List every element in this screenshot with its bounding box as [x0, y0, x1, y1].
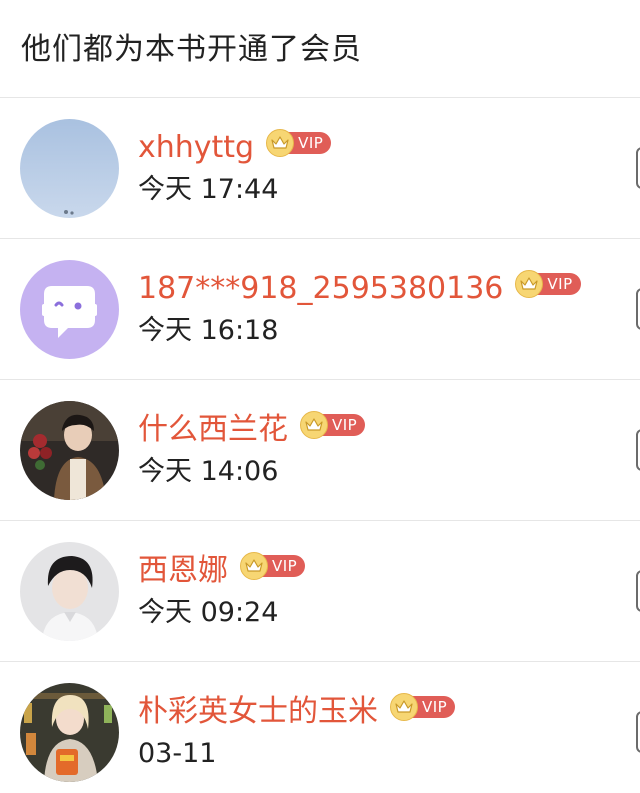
vip-badge: VIP — [390, 693, 456, 721]
person-with-snack-avatar — [20, 683, 119, 782]
name-line: 西恩娜 VIP — [138, 551, 306, 591]
list-item[interactable]: xhhyttg VIP 今天 17:44 — [0, 98, 640, 239]
username[interactable]: xhhyttg — [138, 130, 254, 166]
avatar[interactable] — [20, 683, 119, 782]
member-time: 今天 09:24 — [138, 597, 279, 628]
member-time: 今天 14:06 — [138, 456, 279, 487]
follow-button[interactable] — [636, 288, 640, 330]
list-item[interactable]: 西恩娜 VIP 今天 09:24 — [0, 521, 640, 662]
crown-icon — [390, 693, 418, 721]
username[interactable]: 187***918_2595380136 — [138, 271, 503, 307]
member-time: 今天 16:18 — [138, 315, 279, 346]
follow-button[interactable] — [636, 570, 640, 612]
follow-button[interactable] — [636, 429, 640, 471]
avatar[interactable] — [20, 401, 119, 500]
name-line: 朴彩英女士的玉米 VIP — [138, 692, 456, 732]
sky-photo-avatar — [20, 119, 119, 218]
vip-badge: VIP — [266, 129, 332, 157]
list-item[interactable]: 187***918_2595380136 VIP 今天 16:18 — [0, 239, 640, 380]
follow-button[interactable] — [636, 711, 640, 753]
username[interactable]: 什么西兰花 — [138, 412, 288, 448]
follow-button[interactable] — [636, 147, 640, 189]
list-item[interactable]: 朴彩英女士的玉米 VIP 03-11 — [0, 662, 640, 793]
avatar[interactable] — [20, 260, 119, 359]
chat-bubble-avatar-icon — [20, 260, 119, 359]
username[interactable]: 西恩娜 — [138, 553, 228, 589]
username[interactable]: 朴彩英女士的玉米 — [138, 694, 378, 730]
vip-badge: VIP — [300, 411, 366, 439]
portrait-avatar — [20, 542, 119, 641]
crown-icon — [266, 129, 295, 157]
avatar[interactable] — [20, 119, 119, 218]
member-time: 03-11 — [138, 738, 217, 769]
member-list: xhhyttg VIP 今天 17:44 187***918_259538013… — [0, 98, 640, 793]
list-item[interactable]: 什么西兰花 VIP 今天 14:06 — [0, 380, 640, 521]
name-line: 什么西兰花 VIP — [138, 410, 366, 450]
vip-badge: VIP — [515, 270, 581, 298]
vip-badge: VIP — [240, 552, 306, 580]
avatar[interactable] — [20, 542, 119, 641]
person-with-flowers-avatar — [20, 401, 119, 500]
page-title: 他们都为本书开通了会员 — [21, 31, 362, 67]
member-list-page: 他们都为本书开通了会员 xhhyttg VIP 今天 17:44 187***9… — [0, 0, 640, 793]
crown-icon — [300, 411, 328, 439]
crown-icon — [240, 552, 268, 580]
name-line: 187***918_2595380136 VIP — [138, 269, 581, 309]
header: 他们都为本书开通了会员 — [0, 0, 640, 98]
member-time: 今天 17:44 — [138, 174, 279, 205]
name-line: xhhyttg VIP — [138, 128, 332, 168]
